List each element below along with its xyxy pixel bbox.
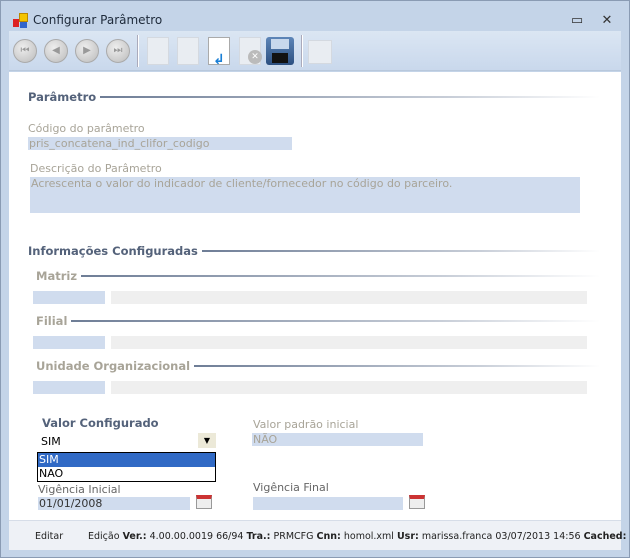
status-bar: Editar Edição Ver.: 4.00.00.0019 66/94 T…: [9, 520, 630, 550]
content-panel: Parâmetro Código do parâmetro pris_conca…: [9, 72, 621, 520]
section-filial: Filial: [36, 314, 600, 328]
save-icon[interactable]: [266, 37, 294, 65]
descricao-label: Descrição do Parâmetro: [30, 162, 162, 175]
vigencia-inicial-label: Vigência Inicial: [38, 483, 121, 496]
window-title: Configurar Parâmetro: [33, 13, 163, 27]
app-icon: [13, 13, 29, 29]
next-record-button[interactable]: ▶: [75, 39, 99, 63]
matriz-code-field[interactable]: [33, 291, 105, 304]
vigencia-final-field[interactable]: [253, 497, 403, 510]
chevron-down-icon[interactable]: ▼: [198, 433, 216, 448]
edit-document-icon[interactable]: [177, 37, 199, 65]
new-document-icon[interactable]: [147, 37, 169, 65]
close-button[interactable]: ✕: [595, 9, 619, 33]
calendar-icon[interactable]: [409, 495, 425, 509]
valor-padrao-field: NÃO: [252, 433, 423, 446]
valor-configurado-select[interactable]: SIM ▼: [38, 432, 216, 450]
toolbar-separator: [137, 35, 139, 67]
codigo-field[interactable]: pris_concatena_ind_clifor_codigo: [28, 137, 292, 150]
section-informacoes: Informações Configuradas: [28, 244, 600, 258]
filial-name-field: [111, 336, 587, 349]
toolbar: ⏮ ◀ ▶ ⏭ ↲ ✕: [9, 31, 621, 71]
vigencia-final-label: Vigência Final: [253, 481, 329, 494]
codigo-label: Código do parâmetro: [28, 122, 145, 135]
last-record-button[interactable]: ⏭: [106, 39, 130, 63]
first-record-button[interactable]: ⏮: [13, 39, 37, 63]
status-edicao: Edição Ver.: 4.00.00.0019 66/94 Tra.: PR…: [88, 531, 630, 542]
toolbar-separator: [301, 35, 303, 67]
previous-record-button[interactable]: ◀: [44, 39, 68, 63]
dropdown-option-sim[interactable]: SIM: [38, 453, 215, 467]
lock-icon[interactable]: [308, 40, 332, 64]
calendar-icon[interactable]: [196, 495, 212, 509]
dropdown-option-nao[interactable]: NAO: [38, 467, 215, 481]
valor-padrao-label: Valor padrão inicial: [253, 418, 359, 431]
status-mode: Editar: [35, 531, 64, 542]
section-parametro: Parâmetro: [28, 90, 600, 104]
section-matriz: Matriz: [36, 269, 600, 283]
section-unidade: Unidade Organizacional: [36, 359, 600, 373]
unidade-name-field: [111, 381, 587, 394]
vigencia-inicial-field[interactable]: 01/01/2008: [38, 497, 190, 510]
matriz-name-field: [111, 291, 587, 304]
valor-dropdown-list: SIM NAO: [37, 452, 216, 482]
delete-document-icon[interactable]: ✕: [239, 37, 262, 65]
valor-configurado-label: Valor Configurado: [42, 416, 159, 430]
undo-document-icon[interactable]: ↲: [208, 37, 230, 68]
descricao-field[interactable]: Acrescenta o valor do indicador de clien…: [30, 177, 580, 213]
minimize-button[interactable]: ▭: [565, 9, 589, 33]
unidade-code-field[interactable]: [33, 381, 105, 394]
filial-code-field[interactable]: [33, 336, 105, 349]
